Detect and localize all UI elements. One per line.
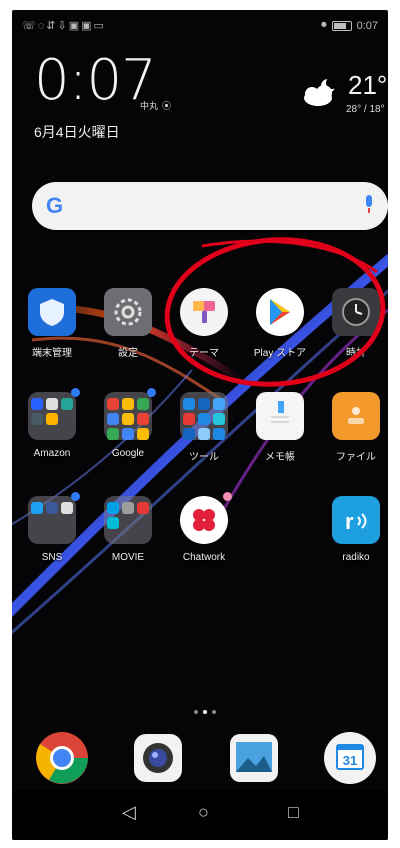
home-button[interactable]: ○ — [198, 802, 209, 823]
google-logo-icon: G — [46, 193, 64, 218]
folder-icon — [28, 492, 80, 544]
clock-widget-time[interactable]: 0:07 — [34, 48, 157, 113]
notepad-icon — [256, 392, 304, 440]
app-label: 端末管理 — [32, 348, 72, 359]
dock: 31 — [12, 730, 388, 790]
gear-icon — [104, 288, 152, 336]
app-label: Google — [111, 448, 145, 459]
app-label: ツール — [189, 452, 219, 463]
radiko-icon: r — [332, 496, 380, 544]
app-chatwork[interactable]: Chatwork — [168, 492, 240, 563]
folder-icon — [180, 392, 228, 440]
weather-temp[interactable]: 21° — [348, 70, 387, 101]
app-label: radiko — [342, 552, 370, 563]
app-label: 設定 — [118, 348, 138, 359]
notification-dot — [223, 492, 232, 501]
chrome-icon[interactable] — [34, 730, 90, 786]
page-dot — [212, 710, 216, 714]
notification-dot — [71, 492, 80, 501]
folder-amazon[interactable]: Amazon — [16, 388, 88, 459]
notification-dot — [71, 388, 80, 397]
folder-icon — [104, 388, 156, 440]
weather-hilo: 28° / 18° — [346, 104, 385, 115]
vibrate-icon: ⏺ — [321, 19, 327, 31]
app-settings[interactable]: 設定 — [92, 288, 164, 359]
app-label: メモ帳 — [265, 452, 295, 463]
mic-icon[interactable] — [364, 195, 374, 215]
clock-location: 中丸 ⦿ — [140, 99, 171, 112]
gallery-icon[interactable] — [226, 730, 282, 786]
shield-icon — [28, 288, 76, 336]
camera-icon[interactable] — [130, 730, 186, 786]
app-label: MOVIE — [111, 552, 145, 563]
app-radiko[interactable]: r radiko — [320, 496, 388, 563]
app-device-manager[interactable]: 端末管理 — [16, 288, 88, 359]
app-label: SNS — [41, 552, 63, 563]
google-search-bar[interactable]: G — [32, 182, 388, 230]
folder-icon — [104, 496, 152, 544]
notification-dot — [147, 388, 156, 397]
folder-google[interactable]: Google — [92, 388, 164, 459]
calendar-day: 31 — [343, 753, 357, 768]
red-annotation-circle — [164, 237, 386, 387]
page-dot — [194, 710, 198, 714]
recent-apps-button[interactable]: □ — [288, 802, 299, 823]
calendar-icon[interactable]: 31 — [322, 730, 378, 786]
status-notification-icons: ☏◌⇵⇩▣▣▭ — [22, 20, 106, 32]
app-notepad[interactable]: メモ帳 — [244, 392, 316, 463]
chatwork-icon — [180, 492, 232, 544]
battery-icon — [331, 20, 352, 31]
status-right: ⏺ 0:07 — [321, 19, 378, 32]
location-name: 中丸 — [140, 101, 159, 111]
folder-tools[interactable]: ツール — [168, 392, 240, 463]
weather-cloud-moon-icon[interactable] — [298, 78, 344, 108]
page-indicator — [194, 710, 216, 714]
back-button[interactable]: ◁ — [122, 802, 136, 823]
app-label: Chatwork — [182, 552, 226, 563]
app-files[interactable]: ファイル — [320, 392, 388, 463]
navigation-bar: ◁ ○ □ — [12, 790, 388, 840]
folder-sns[interactable]: SNS — [16, 492, 88, 563]
location-pin-icon: ⦿ — [162, 101, 172, 111]
folder-icon — [28, 388, 80, 440]
clock-widget-date: 6月4日火曜日 — [34, 124, 120, 140]
app-label: ファイル — [336, 452, 376, 463]
phone-screen: ☏◌⇵⇩▣▣▭ ⏺ 0:07 0:07 中丸 ⦿ 6月4日火曜日 21° 28°… — [12, 10, 388, 840]
svg-text:r: r — [345, 509, 354, 534]
status-time: 0:07 — [356, 19, 378, 32]
app-label: Amazon — [33, 448, 71, 459]
status-bar: ☏◌⇵⇩▣▣▭ ⏺ 0:07 — [12, 10, 388, 44]
files-icon — [332, 392, 380, 440]
folder-movie[interactable]: MOVIE — [92, 496, 164, 563]
page-dot-active — [203, 710, 207, 714]
